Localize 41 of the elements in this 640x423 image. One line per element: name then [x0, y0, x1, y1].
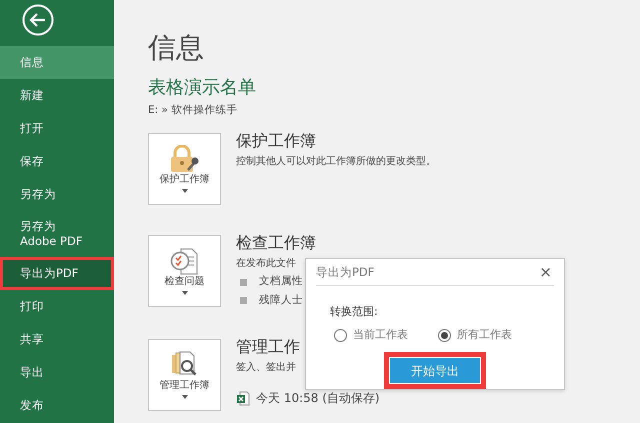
bullet-icon — [240, 297, 247, 304]
sidebar-item[interactable]: 导出 — [0, 356, 114, 389]
radio-option[interactable]: 所有工作表 — [438, 326, 512, 344]
dialog-title: 导出为PDF — [316, 264, 374, 281]
document-checklist-icon — [170, 247, 200, 276]
file-path: E: » 软件操作练手 — [148, 103, 238, 118]
sidebar-item[interactable]: 打开 — [0, 112, 114, 145]
sidebar-item[interactable]: 导出为PDF — [0, 256, 114, 290]
section-description: 在发布此文件 — [236, 256, 296, 272]
section-description: 控制其他人可以对此工作簿所做的更改类型。 — [236, 154, 436, 170]
sidebar-item[interactable]: 打印 — [0, 290, 114, 323]
version-entry[interactable]: 今天 10:58 (自动保存) — [256, 389, 380, 408]
sidebar-item[interactable]: 新建 — [0, 79, 114, 112]
sidebar-item[interactable]: 另存为 — [0, 178, 114, 211]
caret-icon — [182, 394, 188, 399]
bullet-text: 文档属性 — [259, 274, 303, 290]
spreadsheet-file-icon — [236, 390, 250, 406]
section-title: 保护工作簿 — [236, 131, 316, 150]
manage-workbook-button[interactable]: 管理工作簿 — [148, 338, 221, 411]
close-button[interactable]: × — [537, 265, 554, 280]
section-title: 检查工作簿 — [236, 233, 316, 252]
bullet-text: 残障人士 — [259, 293, 303, 308]
sidebar-item[interactable]: 共享 — [0, 322, 114, 356]
section-description: 签入、签出并 — [236, 360, 296, 376]
caret-icon — [182, 291, 188, 296]
workbook-name: 表格演示名单 — [148, 76, 257, 100]
section-title: 管理工作 — [236, 336, 300, 356]
caret-icon — [182, 189, 188, 194]
check-issues-button[interactable]: 检查问题 — [148, 235, 221, 308]
sidebar-item[interactable]: 发布 — [0, 388, 114, 422]
lock-key-icon — [170, 145, 200, 174]
bullet-icon — [240, 278, 247, 286]
sidebar-item[interactable]: 保存 — [0, 145, 114, 178]
sidebar-item[interactable]: 信息 — [0, 46, 114, 79]
protect-workbook-button[interactable]: 保护工作簿 — [148, 133, 221, 206]
sidebar-item[interactable]: 另存为 Adobe PDF — [0, 211, 114, 257]
page-title: 信息 — [148, 30, 205, 66]
start-export-button[interactable]: 开始导出 — [389, 357, 481, 384]
group-label: 转换范围: — [330, 304, 379, 320]
back-icon[interactable] — [22, 4, 54, 36]
radio-option[interactable]: 当前工作表 — [334, 326, 408, 344]
